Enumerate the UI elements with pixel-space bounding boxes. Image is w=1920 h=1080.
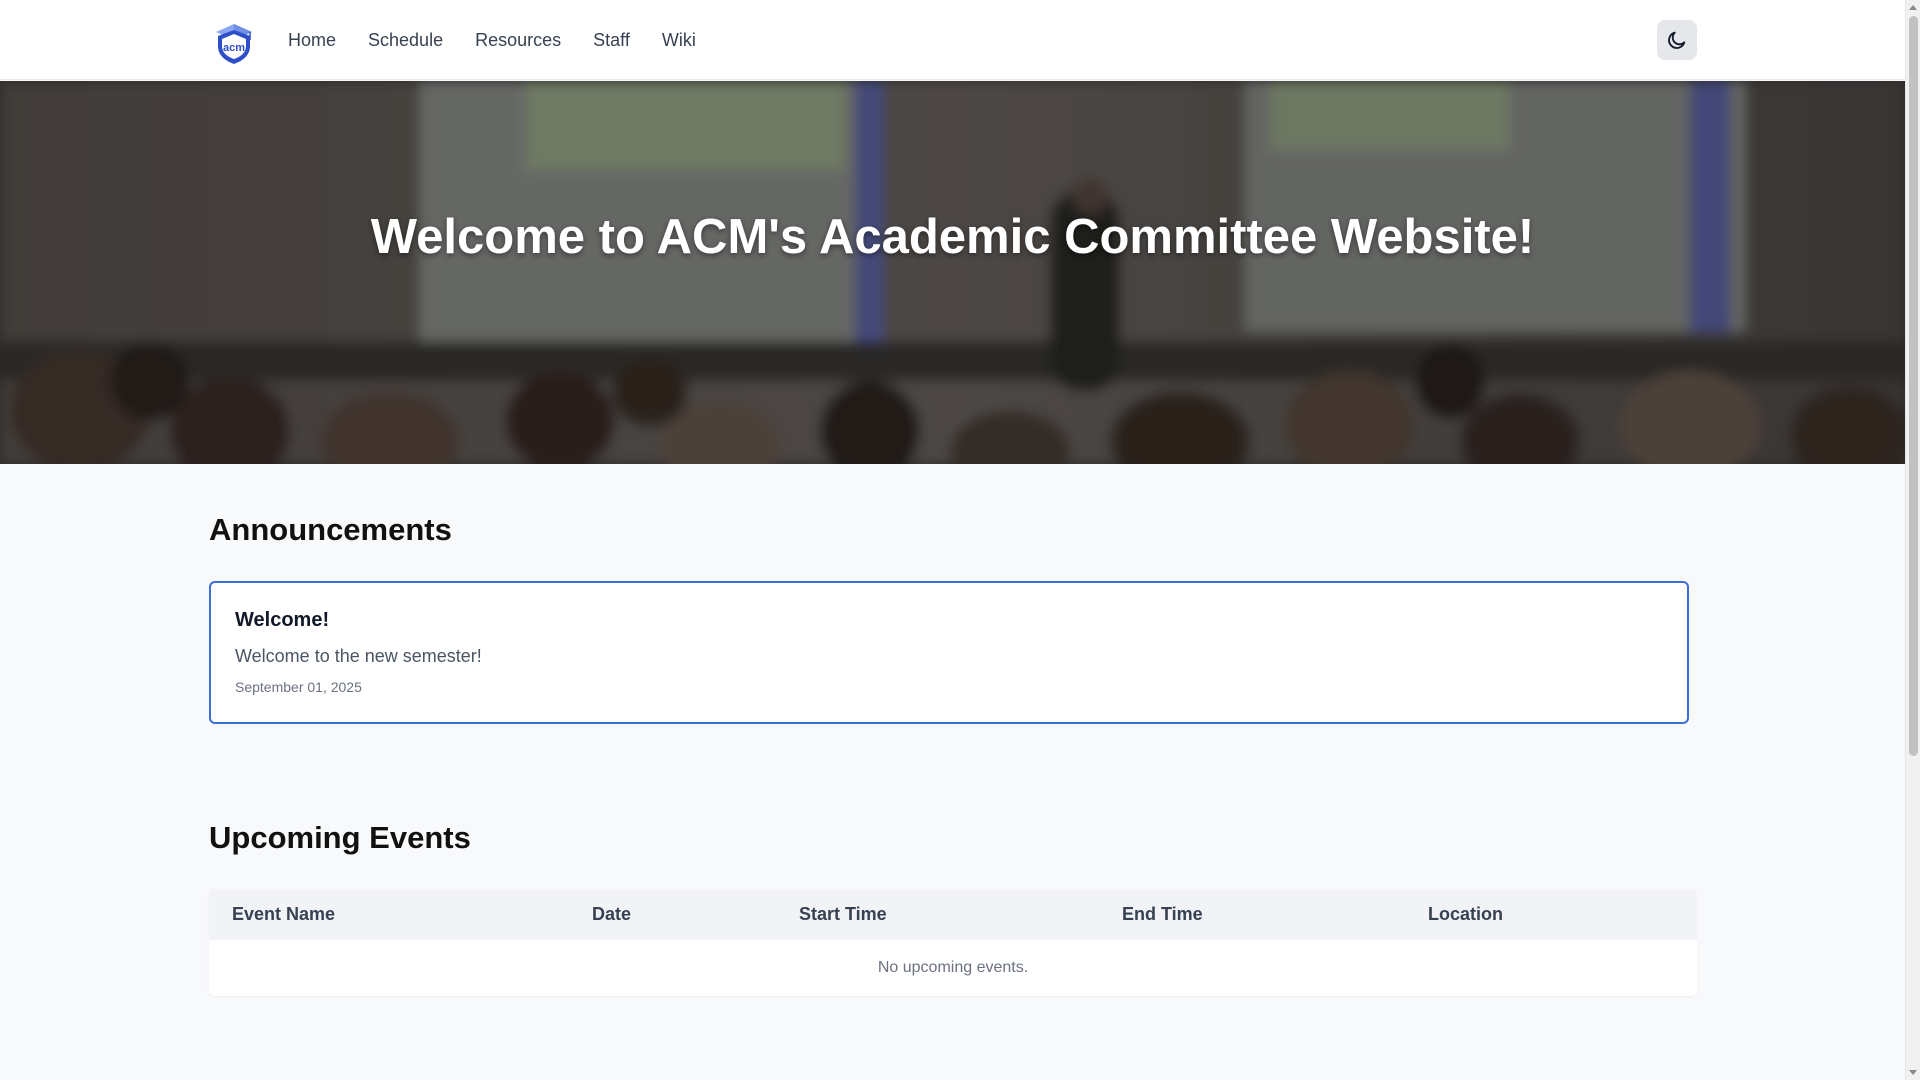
- column-header-event-name: Event Name: [232, 904, 336, 924]
- logo-text: acm: [223, 42, 245, 54]
- scroll-down-arrow-icon[interactable]: [1909, 1070, 1917, 1075]
- table-header-row: Event Name Date Start Time End Time Loca…: [209, 889, 1697, 940]
- column-header-date: Date: [592, 904, 632, 924]
- nav-link-schedule[interactable]: Schedule: [368, 30, 443, 51]
- acm-logo-icon: acm: [216, 24, 252, 64]
- column-header-location: Location: [1428, 904, 1503, 924]
- nav-link-wiki[interactable]: Wiki: [662, 30, 696, 51]
- scroll-up-arrow-icon[interactable]: [1909, 5, 1917, 10]
- announcement-body: Welcome to the new semester!: [235, 646, 482, 666]
- announcement-date: September 01, 2025: [235, 679, 362, 695]
- announcement-card: Welcome! Welcome to the new semester! Se…: [209, 581, 1689, 724]
- scrollbar-thumb[interactable]: [1909, 16, 1918, 756]
- nav-link-home[interactable]: Home: [288, 30, 336, 51]
- column-header-end-time: End Time: [1122, 904, 1203, 924]
- acm-logo[interactable]: acm: [212, 18, 256, 64]
- announcements-heading: Announcements: [209, 512, 452, 547]
- empty-events-message: No upcoming events.: [877, 959, 1029, 976]
- hero-title: Welcome to ACM's Academic Committee Webs…: [370, 209, 1535, 264]
- page: acm Home Schedule Resources Staff Wiki W…: [0, 0, 1920, 1080]
- announcement-title: Welcome!: [235, 609, 330, 631]
- top-navbar: acm Home Schedule Resources Staff Wiki: [0, 0, 1905, 80]
- nav-link-resources[interactable]: Resources: [475, 30, 561, 51]
- moon-icon: [1668, 31, 1686, 49]
- nav-links: Home Schedule Resources Staff Wiki: [288, 0, 696, 80]
- page-scrollbar[interactable]: [1905, 0, 1920, 1080]
- column-header-start-time: Start Time: [799, 904, 887, 924]
- upcoming-events-heading: Upcoming Events: [209, 820, 471, 855]
- theme-toggle-button[interactable]: [1657, 20, 1697, 60]
- events-table: Event Name Date Start Time End Time Loca…: [209, 889, 1697, 996]
- nav-link-staff[interactable]: Staff: [593, 30, 630, 51]
- hero-banner: Welcome to ACM's Academic Committee Webs…: [0, 81, 1905, 464]
